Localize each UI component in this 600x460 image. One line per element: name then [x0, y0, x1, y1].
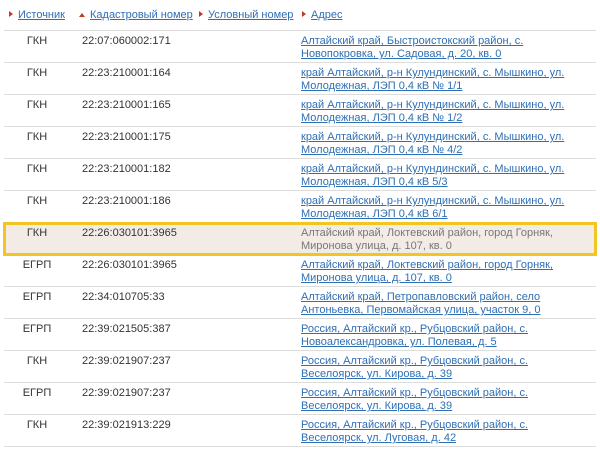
table-row[interactable]: ЕГРП 22:34:010705:33 Алтайский край, Петро…: [4, 286, 596, 319]
sort-by-source-link[interactable]: Источник: [18, 9, 65, 21]
address-cell: край Алтайский, р-н Кулундинский, с. Мыш…: [297, 94, 596, 127]
address-cell: край Алтайский, р-н Кулундинский, с. Мыш…: [297, 62, 596, 95]
cadastral-number-cell: 22:34:010705:33: [74, 286, 194, 319]
table-row[interactable]: ЕГРП 22:39:021505:387 Россия, Алтайский кр…: [4, 318, 596, 351]
source-cell: ЕГРП: [4, 254, 74, 287]
address-link[interactable]: край Алтайский, р-н Кулундинский, с. Мыш…: [301, 99, 564, 124]
table-row[interactable]: ЕГРП 22:26:030101:3965 Алтайский край, Лок…: [4, 254, 596, 287]
table-row[interactable]: ГКН 22:39:021913:229 Россия, Алтайский кр.…: [4, 414, 596, 447]
sort-arrow-icon: [199, 11, 203, 17]
address-cell: Россия, Алтайский кр., Рубцовский район,…: [297, 318, 596, 351]
source-cell: ГКН: [4, 94, 74, 127]
address-link[interactable]: край Алтайский, р-н Кулундинский, с. Мыш…: [301, 67, 564, 92]
cadastral-number-cell: 22:23:210001:182: [74, 158, 194, 191]
cadastral-number-cell: 22:39:021907:237: [74, 350, 194, 383]
address-cell: Россия, Алтайский кр., Рубцовский район,…: [297, 382, 596, 415]
cadastral-number-cell: 22:26:030101:3965: [74, 254, 194, 287]
address-link[interactable]: Россия, Алтайский кр., Рубцовский район,…: [301, 419, 528, 444]
address-link[interactable]: Алтайский край, Быстроистокский район, с…: [301, 35, 523, 60]
table-row[interactable]: ГКН 22:26:030101:3965 Алтайский край, Локт…: [3, 221, 597, 256]
cadastral-number-cell: 22:39:021907:237: [74, 382, 194, 415]
address-cell: край Алтайский, р-н Кулундинский, с. Мыш…: [297, 190, 596, 223]
conditional-number-cell: [194, 350, 297, 383]
results-panel: Источник Кадастровый номер Условный номе…: [0, 0, 600, 460]
address-link[interactable]: край Алтайский, р-н Кулундинский, с. Мыш…: [301, 163, 564, 188]
cadastral-number-cell: 22:23:210001:165: [74, 94, 194, 127]
conditional-number-cell: [194, 158, 297, 191]
address-cell: Алтайский край, Локтевский район, город …: [297, 254, 596, 287]
source-cell: ГКН: [4, 350, 74, 383]
address-link[interactable]: Алтайский край, Петропавловский район, с…: [301, 291, 540, 316]
source-cell: ГКН: [4, 222, 74, 255]
conditional-number-cell: [194, 318, 297, 351]
table-row[interactable]: ГКН 22:07:060002:171 Алтайский край, Быстр…: [4, 30, 596, 63]
source-cell: ЕГРП: [4, 318, 74, 351]
source-cell: ГКН: [4, 30, 74, 63]
source-cell: ГКН: [4, 190, 74, 223]
cadastral-number-cell: 22:39:021505:387: [74, 318, 194, 351]
conditional-number-cell: [194, 382, 297, 415]
conditional-number-cell: [194, 94, 297, 127]
sort-arrow-icon: [302, 11, 306, 17]
source-cell: ГКН: [4, 126, 74, 159]
conditional-number-cell: [194, 286, 297, 319]
address-cell: Россия, Алтайский кр., Рубцовский район,…: [297, 414, 596, 447]
address-cell: Алтайский край, Петропавловский район, с…: [297, 286, 596, 319]
cadastral-number-cell: 22:23:210001:186: [74, 190, 194, 223]
sort-ascending-icon: [79, 13, 85, 17]
conditional-number-cell: [194, 254, 297, 287]
table-body: ГКН 22:07:060002:171 Алтайский край, Быстр…: [3, 30, 597, 447]
address-link[interactable]: край Алтайский, р-н Кулундинский, с. Мыш…: [301, 195, 564, 220]
sort-by-address-link[interactable]: Адрес: [311, 9, 343, 21]
source-cell: ГКН: [4, 158, 74, 191]
conditional-number-cell: [194, 62, 297, 95]
conditional-number-cell: [194, 414, 297, 447]
cadastral-number-cell: 22:23:210001:164: [74, 62, 194, 95]
cadastral-number-cell: 22:26:030101:3965: [74, 222, 194, 255]
address-cell: Алтайский край, Локтевский район, город …: [297, 222, 596, 255]
sort-by-conditional-link[interactable]: Условный номер: [208, 9, 293, 21]
cadastral-number-cell: 22:39:021913:229: [74, 414, 194, 447]
address-link[interactable]: Россия, Алтайский кр., Рубцовский район,…: [301, 323, 528, 348]
address-cell: край Алтайский, р-н Кулундинский, с. Мыш…: [297, 126, 596, 159]
column-header-cadastral: Кадастровый номер: [74, 0, 194, 31]
address-link[interactable]: Россия, Алтайский кр., Рубцовский район,…: [301, 355, 528, 380]
column-header-source: Источник: [4, 0, 74, 31]
table-row[interactable]: ГКН 22:23:210001:175 край Алтайский, р-н К…: [4, 126, 596, 159]
table-row[interactable]: ЕГРП 22:39:021907:237 Россия, Алтайский кр…: [4, 382, 596, 415]
address-text: Алтайский край, Локтевский район, город …: [301, 227, 553, 252]
source-cell: ГКН: [4, 62, 74, 95]
sort-arrow-icon: [9, 11, 13, 17]
cadastral-number-cell: 22:07:060002:171: [74, 30, 194, 63]
conditional-number-cell: [194, 126, 297, 159]
address-cell: край Алтайский, р-н Кулундинский, с. Мыш…: [297, 158, 596, 191]
table-row[interactable]: ГКН 22:23:210001:165 край Алтайский, р-н К…: [4, 94, 596, 127]
address-link[interactable]: край Алтайский, р-н Кулундинский, с. Мыш…: [301, 131, 564, 156]
address-cell: Россия, Алтайский кр., Рубцовский район,…: [297, 350, 596, 383]
source-cell: ЕГРП: [4, 286, 74, 319]
conditional-number-cell: [194, 190, 297, 223]
address-cell: Алтайский край, Быстроистокский район, с…: [297, 30, 596, 63]
sort-by-cadastral-link[interactable]: Кадастровый номер: [90, 9, 193, 21]
address-link[interactable]: Россия, Алтайский кр., Рубцовский район,…: [301, 387, 528, 412]
column-header-address: Адрес: [297, 0, 596, 31]
table-row[interactable]: ГКН 22:23:210001:186 край Алтайский, р-н К…: [4, 190, 596, 223]
table-row[interactable]: ГКН 22:23:210001:182 край Алтайский, р-н К…: [4, 158, 596, 191]
results-table: Источник Кадастровый номер Условный номе…: [3, 0, 597, 447]
column-header-conditional: Условный номер: [194, 0, 297, 31]
conditional-number-cell: [194, 222, 297, 255]
table-header-row: Источник Кадастровый номер Условный номе…: [4, 0, 596, 31]
conditional-number-cell: [194, 30, 297, 63]
source-cell: ГКН: [4, 414, 74, 447]
table-row[interactable]: ГКН 22:39:021907:237 Россия, Алтайский кр.…: [4, 350, 596, 383]
source-cell: ЕГРП: [4, 382, 74, 415]
address-link[interactable]: Алтайский край, Локтевский район, город …: [301, 259, 553, 284]
table-row[interactable]: ГКН 22:23:210001:164 край Алтайский, р-н К…: [4, 62, 596, 95]
cadastral-number-cell: 22:23:210001:175: [74, 126, 194, 159]
